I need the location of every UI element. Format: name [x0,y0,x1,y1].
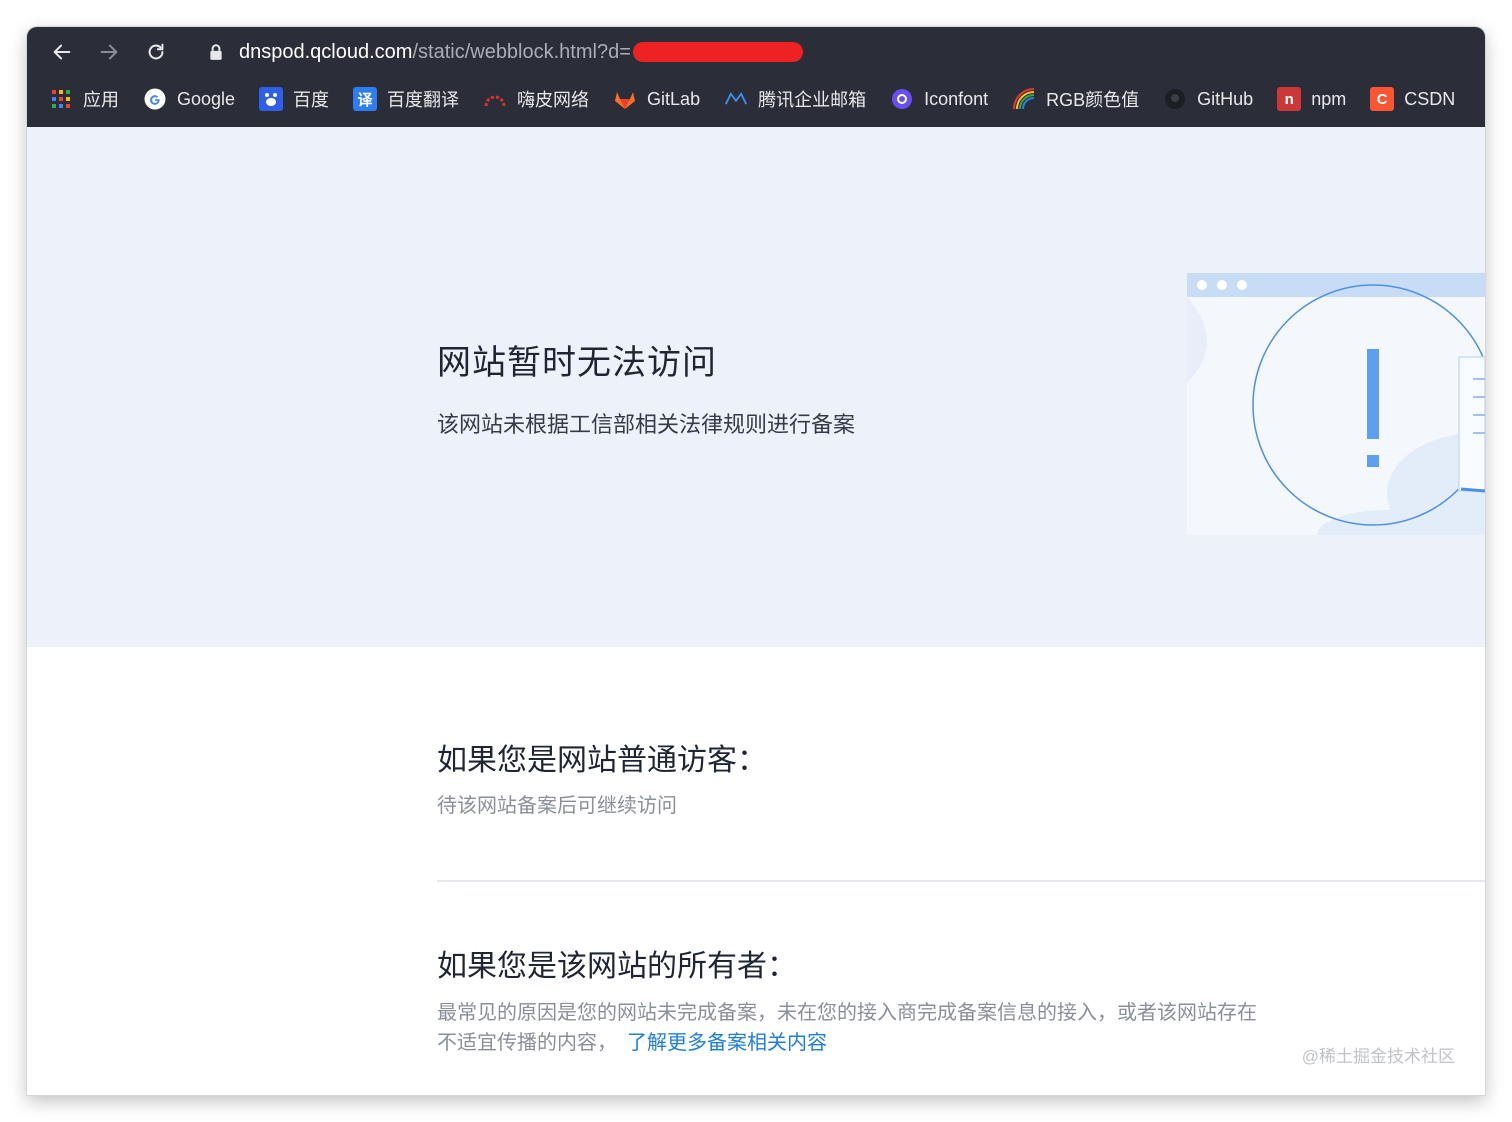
bookmark-label: GitHub [1197,88,1254,109]
bookmark-baidu-translate[interactable]: 译百度翻译 [353,86,459,112]
bookmark-label: GitLab [647,88,701,109]
visitor-text: 待该网站备案后可继续访问 [437,795,677,817]
gitlab-icon [613,87,637,111]
bookmark-iconfont[interactable]: Iconfont [890,87,988,111]
reload-button[interactable] [141,37,171,67]
bookmark-label: 百度 [293,90,330,110]
haipi-icon [483,87,507,111]
baidu-translate-icon: 译 [353,87,378,111]
arrow-left-icon [53,44,71,60]
apps-grid-icon [49,87,73,111]
bookmark-label: Google [177,88,236,109]
github-icon [1163,87,1187,111]
address-bar[interactable]: dnspod.qcloud.com /static/webblock.html?… [195,35,1485,69]
browser-toolbar: dnspod.qcloud.com /static/webblock.html?… [27,27,1485,127]
visitor-title: 如果您是网站普通访客： [437,744,767,777]
iconfont-icon [890,87,914,111]
learn-more-link[interactable]: 了解更多备案相关内容 [627,1032,827,1054]
browser-window: dnspod.qcloud.com /static/webblock.html?… [27,27,1485,1095]
bookmark-github[interactable]: GitHub [1163,87,1253,111]
bookmark-csdn[interactable]: C CSDN [1370,87,1455,111]
back-button[interactable] [47,37,77,67]
bookmark-gitlab[interactable]: GitLab [613,87,700,111]
npm-icon: n [1277,87,1302,111]
watermark: @稀土掘金技术社区 [1301,1047,1455,1066]
tencent-mail-icon [724,87,748,111]
owner-text-line2-text: 不适宜传播的内容， [437,1032,617,1054]
bookmark-label: CSDN [1404,88,1456,109]
bookmark-label: 腾讯企业邮箱 [758,90,867,110]
owner-text-line2: 不适宜传播的内容， 了解更多备案相关内容 [437,1028,1337,1058]
lock-icon [210,44,222,60]
address-row: dnspod.qcloud.com /static/webblock.html?… [27,27,1485,77]
bookmark-label: 应用 [83,90,119,110]
bookmark-label: RGB颜色值 [1046,90,1140,110]
forward-button[interactable] [94,37,124,67]
bookmark-apps-grid[interactable]: 应用 [49,86,119,112]
bookmark-google[interactable]: Google [143,87,235,111]
bookmark-baidu[interactable]: 百度 [259,86,329,112]
owner-section: 如果您是该网站的所有者： [437,941,797,985]
bookmark-label: Iconfont [924,88,989,109]
arrow-right-icon [100,44,118,60]
section-divider [437,880,1485,882]
owner-text-line1: 最常见的原因是您的网站未完成备案，未在您的接入商完成备案信息的接入，或者该网站存… [437,1002,1257,1024]
google-icon [143,87,167,111]
rainbow-icon [1012,87,1036,111]
reload-icon [148,43,164,60]
page-subtitle: 该网站未根据工信部相关法律规则进行备案 [437,412,856,437]
warning-illustration [1187,273,1485,535]
page-title: 网站暂时无法访问 [437,344,717,382]
url-host: dnspod.qcloud.com [239,40,413,63]
bookmarks-bar: 应用 Google 百度 译百度翻译 嗨皮网络 GitLab 腾讯企业邮箱 Iconfont R… [27,81,1485,117]
owner-text: 最常见的原因是您的网站未完成备案，未在您的接入商完成备案信息的接入，或者该网站存… [437,998,1337,1058]
block-hero: 网站暂时无法访问 该网站未根据工信部相关法律规则进行备案 [27,127,1485,647]
bookmark-label: npm [1311,88,1347,109]
visitor-section: 如果您是网站普通访客： [437,735,767,779]
url-path: /static/webblock.html?d= [412,40,631,63]
bookmark-npm[interactable]: n npm [1277,87,1346,111]
owner-title: 如果您是该网站的所有者： [437,950,797,983]
bookmark-haipi[interactable]: 嗨皮网络 [483,86,589,112]
bookmark-tencent-mail[interactable]: 腾讯企业邮箱 [724,86,866,112]
redaction-mark [632,42,803,62]
bookmark-rainbow[interactable]: RGB颜色值 [1012,86,1139,112]
bookmark-label: 嗨皮网络 [517,90,590,110]
baidu-icon [259,87,284,111]
bookmark-label: 百度翻译 [387,90,460,110]
csdn-icon: C [1370,87,1395,111]
